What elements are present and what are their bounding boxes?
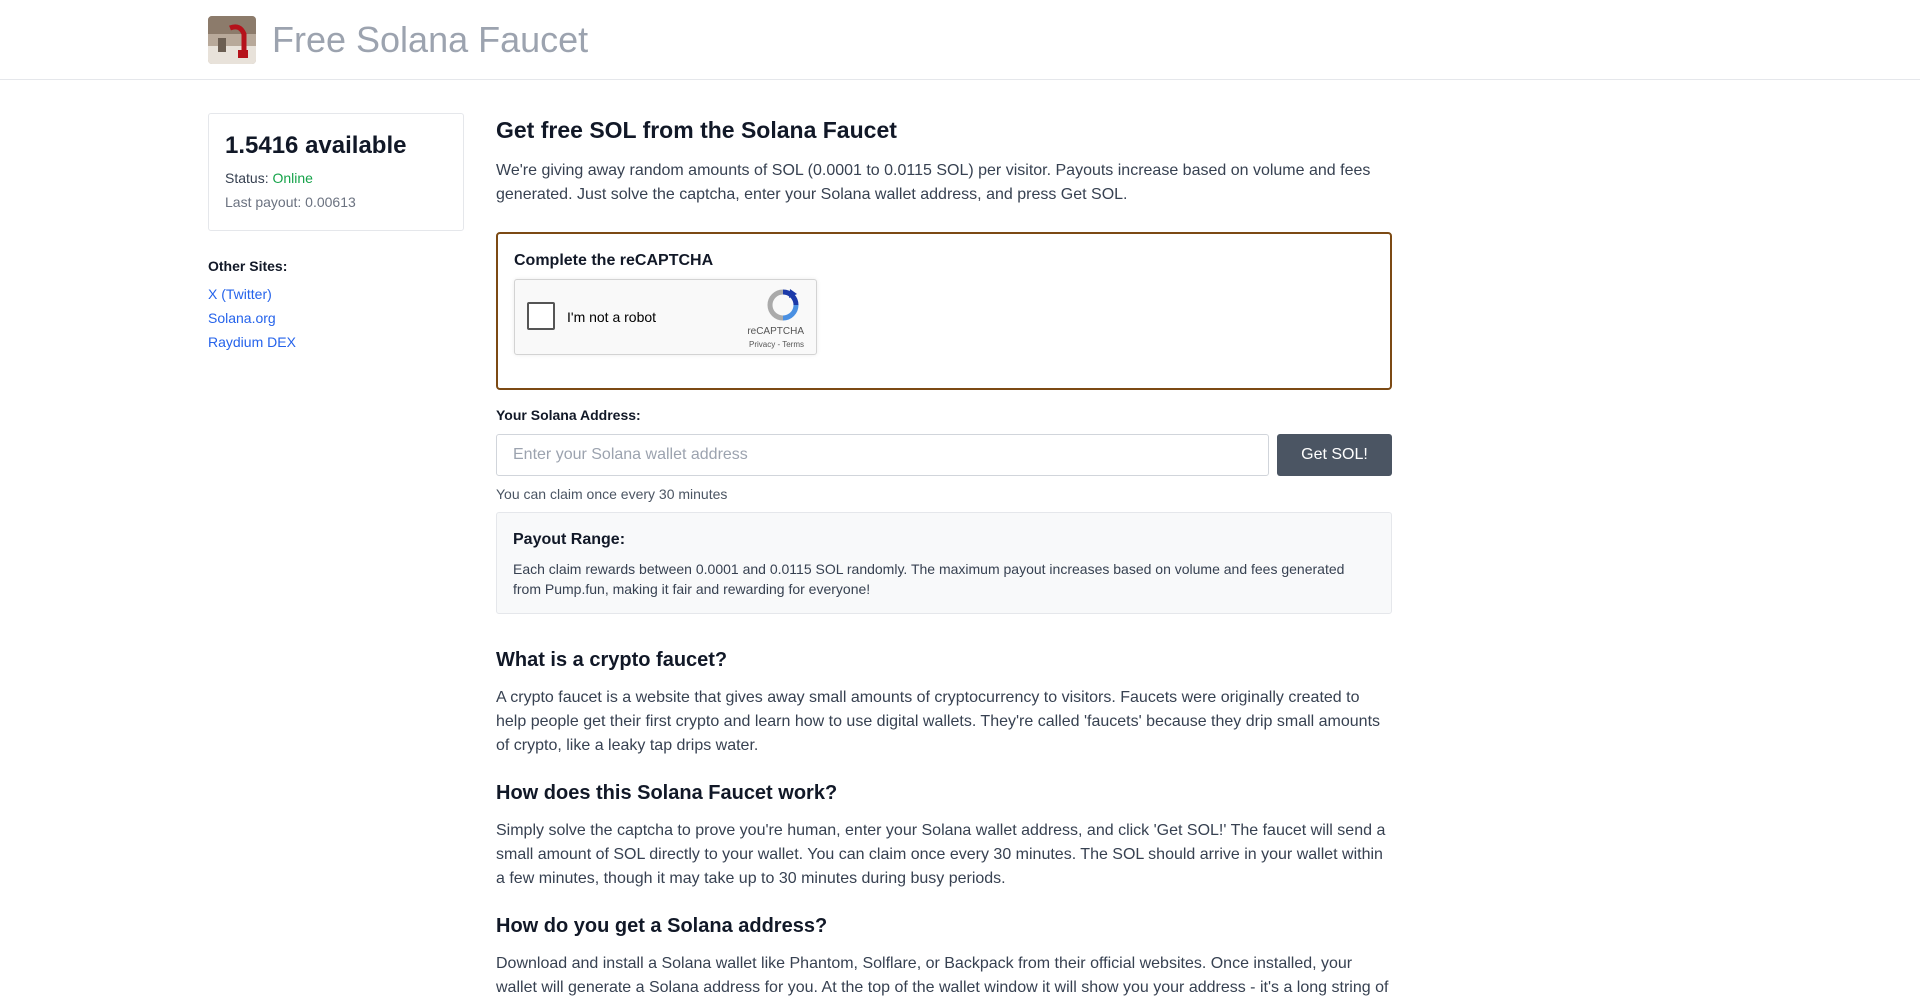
- payout-range-box: Payout Range: Each claim rewards between…: [496, 512, 1392, 614]
- top-header: Free Solana Faucet: [0, 0, 1920, 80]
- faq-question: What is a crypto faucet?: [496, 649, 728, 671]
- get-sol-button[interactable]: Get SOL!: [1277, 434, 1392, 476]
- last-payout: Last payout: 0.00613: [225, 194, 356, 210]
- brand[interactable]: Free Solana Faucet: [208, 16, 588, 64]
- available-balance: 1.5416 available: [225, 132, 407, 159]
- address-form: Get SOL!: [496, 434, 1392, 476]
- main-content: Get free SOL from the Solana Faucet We'r…: [496, 113, 1392, 1000]
- link-raydium-dex[interactable]: Raydium DEX: [208, 334, 464, 350]
- faq-section: What is a crypto faucet? A crypto faucet…: [496, 649, 1392, 1000]
- payout-text: Each claim rewards between 0.0001 and 0.…: [513, 561, 1345, 597]
- faq-question: How do you get a Solana address?: [496, 915, 828, 937]
- site-title: Free Solana Faucet: [272, 19, 589, 60]
- address-label: Your Solana Address:: [496, 407, 641, 423]
- faq-answer: Simply solve the captcha to prove you're…: [496, 822, 1386, 887]
- recaptcha-brand: reCAPTCHA: [747, 326, 804, 337]
- other-sites-list: X (Twitter) Solana.org Raydium DEX: [208, 286, 464, 350]
- faq-answer: A crypto faucet is a website that gives …: [496, 689, 1381, 754]
- faucet-stats-card: 1.5416 available Status: Online Last pay…: [208, 113, 464, 231]
- link-solana-org[interactable]: Solana.org: [208, 310, 464, 326]
- status-label: Status:: [225, 170, 269, 186]
- captcha-title: Complete the reCAPTCHA: [514, 252, 714, 269]
- recaptcha-label: I'm not a robot: [567, 309, 657, 325]
- status-line: Status: Online: [225, 170, 447, 186]
- payout-title: Payout Range:: [513, 531, 626, 548]
- captcha-section: Complete the reCAPTCHA I'm not a robot r…: [496, 232, 1392, 390]
- page-title: Get free SOL from the Solana Faucet: [496, 117, 897, 143]
- recaptcha-icon: [762, 288, 804, 327]
- recaptcha-checkbox[interactable]: [527, 302, 555, 330]
- claim-interval-note: You can claim once every 30 minutes: [496, 486, 728, 502]
- recaptcha-widget: I'm not a robot reCAPTCHA Privacy - Term…: [514, 279, 817, 355]
- sidebar: 1.5416 available Status: Online Last pay…: [208, 113, 464, 358]
- other-sites-title: Other Sites:: [208, 258, 288, 274]
- faucet-logo-icon: [208, 16, 256, 64]
- intro-text: We're giving away random amounts of SOL …: [496, 162, 1371, 203]
- status-badge: Online: [272, 170, 313, 186]
- link-x-twitter[interactable]: X (Twitter): [208, 286, 464, 302]
- solana-address-input[interactable]: [496, 434, 1269, 476]
- recaptcha-terms-link[interactable]: Privacy - Terms: [749, 340, 804, 349]
- faq-question: How does this Solana Faucet work?: [496, 782, 838, 804]
